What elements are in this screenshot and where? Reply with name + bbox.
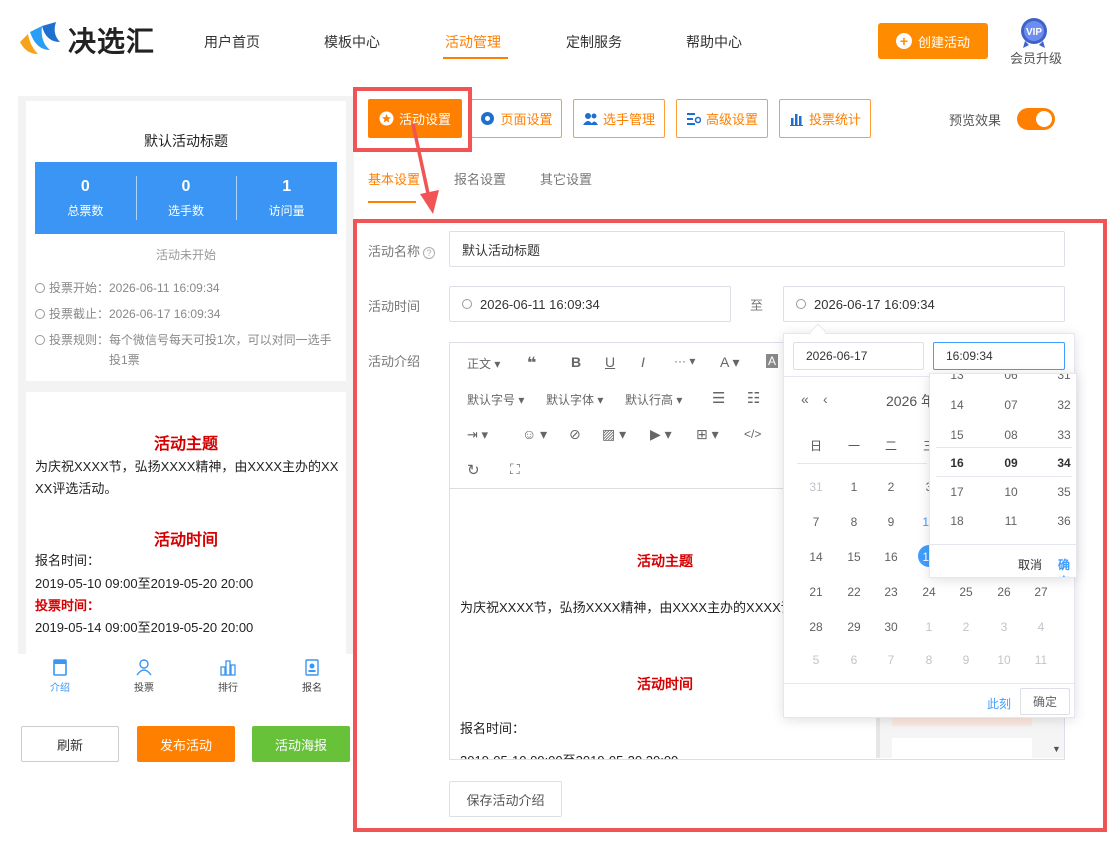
preview-signup-range: 2019-05-10 09:00至2019-05-20 20:00	[35, 576, 254, 591]
save-intro-button[interactable]: 保存活动介绍	[449, 781, 562, 817]
info-icon	[35, 335, 45, 345]
subtab-active-indicator	[368, 201, 416, 203]
tab-ranking[interactable]: 排行	[186, 654, 270, 702]
preview-summary-card: 默认活动标题 0 总票数 0 选手数 1 访问量 活动未开始 投票开始：2026-06…	[26, 101, 346, 381]
preview-theme-title: 活动主题	[153, 436, 218, 453]
stat-label: 选手数	[168, 204, 205, 218]
tab-advanced-settings-label: 高级设置	[705, 112, 758, 127]
tab-vote-statistics[interactable]: 投票统计	[779, 99, 871, 138]
preview-effect-toggle[interactable]	[1017, 108, 1055, 130]
create-activity-label: 创建活动	[917, 34, 970, 50]
stat-value: 0	[80, 178, 90, 195]
activity-status: 活动未开始	[155, 248, 216, 262]
preview-theme-text-1: 为庆祝XXXX节，弘扬XXXX精神，由XXXX主办的XX	[35, 459, 339, 474]
stat-label: 总票数	[67, 204, 104, 218]
tab-advanced-settings[interactable]: 高级设置	[676, 99, 768, 138]
tab-contestant-management-label: 选手管理	[602, 112, 655, 127]
stat-contestants: 0 选手数	[135, 162, 237, 234]
preview-content-card: 活动主题 为庆祝XXXX节，弘扬XXXX精神，由XXXX主办的XX XX评选活动…	[26, 392, 346, 654]
refresh-button[interactable]: 刷新	[21, 726, 119, 762]
tab-vote[interactable]: 投票	[102, 654, 186, 702]
publish-activity-button[interactable]: 发布活动	[137, 726, 235, 762]
activity-poster-button[interactable]: 活动海报	[252, 726, 350, 762]
vote-rule-info: 投票规则：每个微信号每天可投1次，可以对同一选手投1票	[35, 330, 335, 370]
vip-icon[interactable]: VIP	[1017, 17, 1051, 49]
vip-badge-text: VIP	[1026, 27, 1042, 38]
create-activity-button[interactable]: + 创建活动	[878, 23, 988, 59]
nav-item-custom-service[interactable]: 定制服务	[566, 32, 622, 52]
nav-active-indicator	[443, 57, 508, 59]
bar-chart-icon	[220, 660, 236, 676]
subtab-other-settings[interactable]: 其它设置	[540, 169, 592, 188]
settings-sliders-icon	[686, 113, 701, 125]
nav-item-activity-management[interactable]: 活动管理	[445, 32, 501, 52]
user-icon	[136, 659, 152, 676]
subtab-basic-settings[interactable]: 基本设置	[368, 169, 420, 188]
nav-item-templates[interactable]: 模板中心	[324, 32, 380, 52]
stat-value: 1	[282, 178, 292, 195]
preview-tabbar: 介绍 投票 排行 报名	[18, 654, 354, 702]
vip-upgrade-label[interactable]: 会员升级	[1010, 48, 1062, 67]
tab-vote-label: 投票	[134, 683, 154, 694]
tab-vote-statistics-label: 投票统计	[808, 112, 861, 127]
preview-vote-label: 投票时间：	[35, 598, 101, 613]
vote-end-text: 投票截止：2026-06-17 16:09:34	[49, 307, 221, 321]
gear-icon	[481, 112, 495, 125]
vote-rule-text: 投票规则：每个微信号每天可投1次，可以对同一选手	[49, 333, 332, 347]
nav-item-home[interactable]: 用户首页	[204, 32, 260, 52]
logo[interactable]: 决选汇	[16, 20, 155, 60]
tab-contestant-management[interactable]: 选手管理	[573, 99, 665, 138]
clock-icon	[35, 309, 45, 319]
tab-signup[interactable]: 报名	[270, 654, 354, 702]
stat-visits: 1 访问量	[236, 162, 337, 234]
preview-vote-range: 2019-05-14 09:00至2019-05-20 20:00	[35, 620, 254, 635]
tab-page-settings-label: 页面设置	[500, 112, 553, 127]
bar-chart-icon	[789, 114, 803, 126]
preview-signup-label: 报名时间：	[35, 553, 101, 568]
tab-signup-label: 报名	[302, 683, 322, 694]
stat-total-votes: 0 总票数	[35, 162, 136, 234]
tab-intro[interactable]: 介绍	[18, 654, 102, 702]
preview-title: 默认活动标题	[144, 133, 228, 149]
preview-effect-label: 预览效果	[949, 113, 1002, 128]
preview-theme-text-2: XX评选活动。	[35, 481, 118, 496]
vote-start-info: 投票开始：2026-06-11 16:09:34	[35, 279, 220, 296]
stats-panel: 0 总票数 0 选手数 1 访问量	[35, 162, 337, 234]
clock-icon	[35, 283, 45, 293]
stat-value: 0	[181, 178, 191, 195]
vote-end-info: 投票截止：2026-06-17 16:09:34	[35, 305, 220, 322]
preview-time-title: 活动时间	[153, 532, 218, 549]
tab-ranking-label: 排行	[218, 683, 238, 694]
logo-icon	[20, 22, 60, 54]
subtab-signup-settings[interactable]: 报名设置	[454, 169, 506, 188]
stat-label: 访问量	[268, 204, 305, 218]
document-icon	[53, 659, 67, 676]
vote-rule-text-cont: 投1票	[109, 353, 140, 367]
highlight-box-form	[353, 219, 1107, 832]
brand-name: 决选汇	[68, 26, 156, 57]
nav-item-help[interactable]: 帮助中心	[686, 32, 742, 52]
tab-page-settings[interactable]: 页面设置	[471, 99, 562, 138]
plus-icon: +	[895, 33, 912, 49]
id-card-icon	[305, 659, 319, 676]
vote-start-text: 投票开始：2026-06-11 16:09:34	[49, 281, 220, 295]
tab-intro-label: 介绍	[50, 683, 70, 694]
users-icon	[582, 113, 598, 125]
